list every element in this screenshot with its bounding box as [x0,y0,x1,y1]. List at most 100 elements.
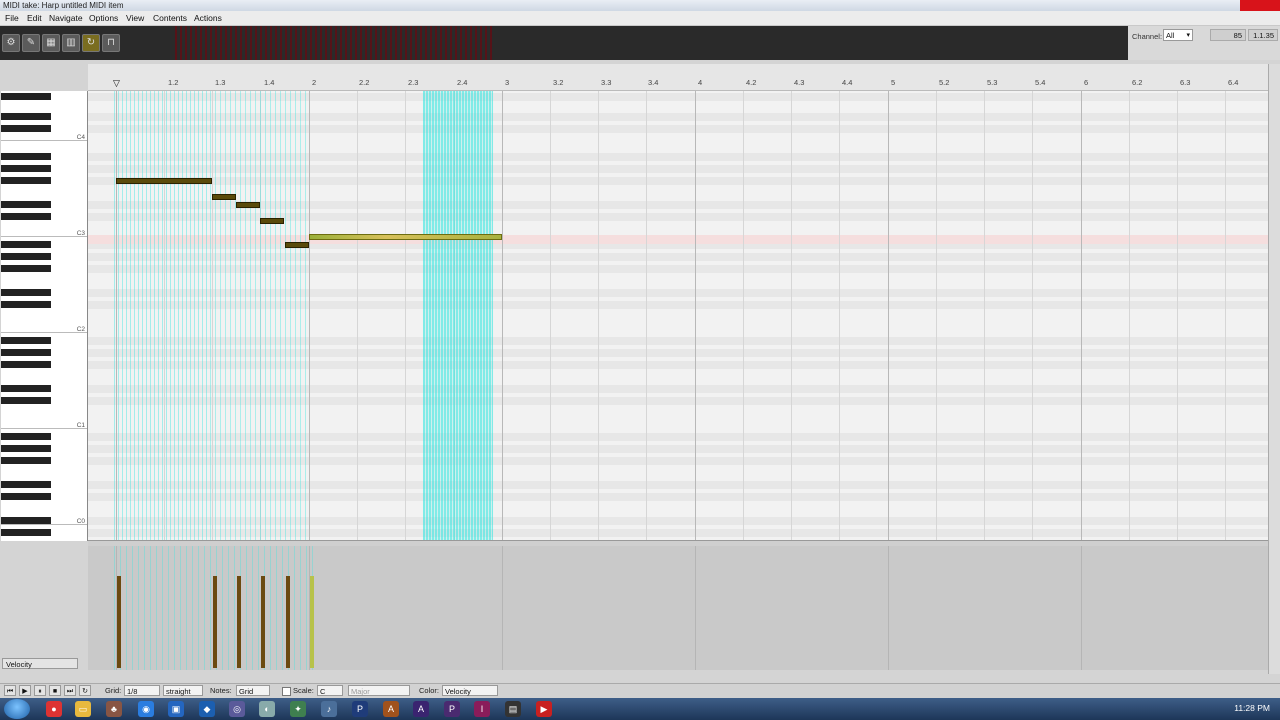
black-key[interactable] [1,153,51,160]
midi-note[interactable] [285,242,309,248]
ruler-tick: 4.2 [746,78,757,87]
scale-key-select[interactable]: C [317,685,343,696]
indesign-icon[interactable]: I [474,701,490,717]
bar-line [1081,91,1082,541]
skip-start-icon[interactable]: ⏮ [4,685,16,696]
black-key[interactable] [1,337,51,344]
gear-icon[interactable]: ⚙ [2,34,20,52]
app-icon[interactable]: ◆ [199,701,215,717]
browser-icon[interactable]: ◉ [138,701,154,717]
black-key[interactable] [1,517,51,524]
app-icon[interactable]: ♪ [321,701,337,717]
velocity-bar[interactable] [286,576,290,668]
beat-line [1225,91,1226,541]
pause-icon[interactable]: ⏸ [34,685,46,696]
chrome-icon[interactable]: ● [46,701,62,717]
vertical-scrollbar[interactable] [1268,64,1280,674]
app-icon[interactable]: ▤ [505,701,521,717]
black-key[interactable] [1,213,51,220]
app-icon[interactable]: ◎ [229,701,245,717]
black-key[interactable] [1,201,51,208]
glitch-overlay [114,91,210,541]
midi-note[interactable] [236,202,260,208]
grid-icon[interactable]: ▦ [42,34,60,52]
media-icon[interactable]: ▶ [536,701,552,717]
app-icon[interactable]: ♣ [106,701,122,717]
velocity-bar[interactable] [261,576,265,668]
lane-type-select[interactable]: Velocity [2,658,78,669]
pencil-icon[interactable]: ✎ [22,34,40,52]
premiere-icon[interactable]: P [444,701,460,717]
midi-note[interactable] [260,218,284,224]
stop-icon[interactable]: ■ [49,685,61,696]
menu-actions[interactable]: Actions [194,11,222,25]
value-box-1[interactable]: 85 [1210,29,1246,41]
menu-edit[interactable]: Edit [27,11,42,25]
black-key[interactable] [1,529,51,536]
grid-type-select[interactable]: straight [163,685,203,696]
piano-roll-grid[interactable] [88,91,1268,541]
notes-select[interactable]: Grid [236,685,270,696]
color-select[interactable]: Velocity [442,685,498,696]
black-key[interactable] [1,349,51,356]
black-key[interactable] [1,301,51,308]
value-box-2[interactable]: 1.1.35 [1248,29,1278,41]
start-button-icon[interactable] [4,699,30,719]
velocity-bar-selected[interactable] [310,576,314,668]
black-key[interactable] [1,253,51,260]
ruler-tick: 1.3 [215,78,226,87]
black-key[interactable] [1,93,51,100]
black-key[interactable] [1,165,51,172]
piano-keyboard[interactable]: C4 C3 C2 C1 C0 [1,91,88,541]
black-key[interactable] [1,265,51,272]
black-key[interactable] [1,385,51,392]
black-key[interactable] [1,493,51,500]
black-key[interactable] [1,113,51,120]
reaper-icon[interactable]: ◐ [259,701,275,717]
loop-icon[interactable]: ↻ [79,685,91,696]
timeline-ruler[interactable]: ▽ 1.2 1.3 1.4 2 2.2 2.3 2.4 3 3.2 3.3 3.… [88,64,1268,91]
channel-select[interactable]: All [1163,29,1193,42]
photoshop-icon[interactable]: P [352,701,368,717]
menu-file[interactable]: File [5,11,19,25]
menu-view[interactable]: View [126,11,144,25]
velocity-lane[interactable] [88,546,1268,670]
beat-line [936,91,937,541]
channel-label: Channel: [1132,32,1163,41]
menu-navigate[interactable]: Navigate [49,11,83,25]
playhead-marker-icon[interactable]: ▽ [113,78,120,89]
piano-icon[interactable]: ▥ [62,34,80,52]
black-key[interactable] [1,397,51,404]
key-divider [1,428,87,429]
black-key[interactable] [1,481,51,488]
black-key[interactable] [1,433,51,440]
black-key[interactable] [1,289,51,296]
skip-end-icon[interactable]: ⏭ [64,685,76,696]
black-key[interactable] [1,361,51,368]
black-key[interactable] [1,445,51,452]
velocity-bar[interactable] [117,576,121,668]
black-key[interactable] [1,125,51,132]
velocity-bar[interactable] [237,576,241,668]
loop-icon[interactable]: ↻ [82,34,100,52]
app-icon[interactable]: ▣ [168,701,184,717]
black-key[interactable] [1,241,51,248]
grid-select[interactable]: 1/8 [124,685,160,696]
snap-icon[interactable]: ⊓ [102,34,120,52]
menu-contents[interactable]: Contents [153,11,187,25]
velocity-bar[interactable] [213,576,217,668]
aftereffects-icon[interactable]: A [413,701,429,717]
midi-note[interactable] [212,194,236,200]
midi-note-selected[interactable] [309,234,502,240]
ruler-tick: 4.4 [842,78,853,87]
menu-options[interactable]: Options [89,11,118,25]
scale-type-select[interactable]: Major [348,685,410,696]
black-key[interactable] [1,457,51,464]
midi-note[interactable] [116,178,212,184]
folder-icon[interactable]: ▭ [75,701,91,717]
illustrator-icon[interactable]: A [383,701,399,717]
app-icon[interactable]: ✦ [290,701,306,717]
scale-checkbox[interactable] [282,687,291,696]
play-icon[interactable]: ▶ [19,685,31,696]
black-key[interactable] [1,177,51,184]
